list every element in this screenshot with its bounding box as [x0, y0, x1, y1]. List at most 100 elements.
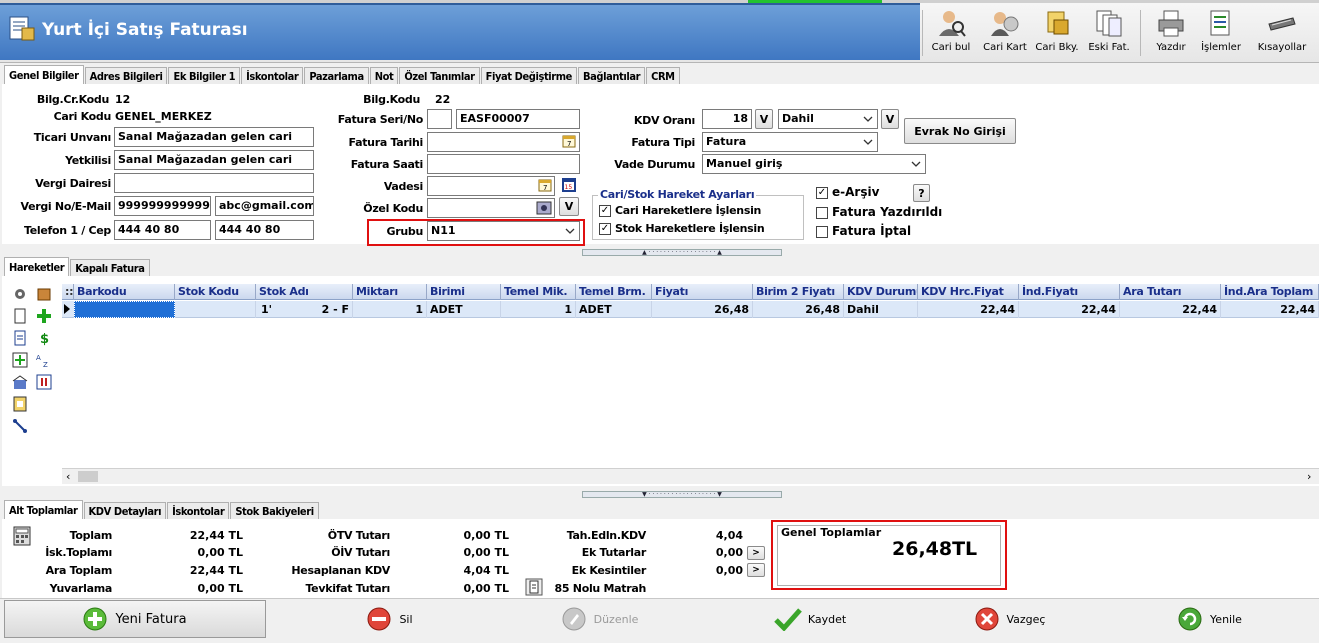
yetkili-input[interactable]: Sanal Mağazadan gelen cari [114, 150, 314, 170]
cell-ara-tutari[interactable]: 22,44 [1120, 301, 1221, 318]
calculator-icon[interactable] [12, 526, 32, 546]
add-icon[interactable] [36, 308, 52, 324]
tab-ek-bilgiler[interactable]: Ek Bilgiler 1 [168, 67, 241, 84]
report-icon[interactable] [12, 396, 28, 412]
col-ind-ara-toplam[interactable]: İnd.Ara Toplam [1221, 284, 1319, 300]
tab-iskontolar-bottom[interactable]: İskontolar [167, 502, 230, 519]
yazdir-button[interactable]: Yazdır [1148, 8, 1194, 60]
tab-kdv-detaylari[interactable]: KDV Detayları [83, 502, 167, 519]
fatura-saati-input[interactable] [427, 154, 580, 174]
bottom-splitter[interactable]: ▼ · · · · · · · · · · · · · · · · · · ▼ [582, 491, 782, 498]
tab-iskontolar[interactable]: İskontolar [241, 67, 304, 84]
cep-input[interactable]: 444 40 80 [215, 220, 314, 240]
fatura-seri-input[interactable] [427, 109, 452, 129]
pause-icon[interactable] [36, 374, 52, 390]
col-fiyati[interactable]: Fiyatı [652, 284, 753, 300]
iptal-checkbox[interactable] [816, 226, 828, 238]
tab-hareketler[interactable]: Hareketler [4, 257, 70, 276]
new-document-icon[interactable] [12, 308, 28, 324]
kdv-orani-input[interactable]: 18 [702, 109, 752, 129]
table-row[interactable]: 1' 2 - F 1 ADET 1 ADET 26,48 26,48 Dahil … [62, 301, 1319, 318]
email-input[interactable]: abc@gmail.com [215, 196, 314, 216]
vergi-dairesi-input[interactable] [114, 173, 314, 193]
ozel-kod-v-button[interactable]: V [559, 197, 579, 216]
col-miktari[interactable]: Miktarı [353, 284, 427, 300]
tab-genel-bilgiler[interactable]: Genel Bilgiler [4, 65, 84, 84]
kaydet-button[interactable]: Kaydet [700, 600, 920, 638]
tab-pazarlama[interactable]: Pazarlama [304, 67, 369, 84]
vade-durumu-select[interactable]: Manuel giriş [702, 154, 926, 174]
tab-adres-bilgileri[interactable]: Adres Bilgileri [84, 67, 168, 84]
tab-fiyat-degistirme[interactable]: Fiyat Değiştirme [480, 67, 577, 84]
col-barkodu[interactable]: Barkodu [74, 284, 175, 300]
vazgec-button[interactable]: Vazgeç [900, 600, 1120, 638]
tab-baglantilar[interactable]: Bağlantılar [578, 67, 646, 84]
cell-fiyati[interactable]: 26,48 [652, 301, 753, 318]
cell-ind-ara-toplam[interactable]: 22,44 [1221, 301, 1319, 318]
dollar-icon[interactable]: $ [36, 330, 52, 346]
tab-ozel-tanimlar[interactable]: Özel Tanımlar [399, 67, 480, 84]
stok-hareket-checkbox[interactable]: ✓ [599, 223, 611, 235]
grubu-select[interactable]: N11 [427, 221, 580, 241]
vadesi-input[interactable] [427, 176, 555, 196]
col-stok-kodu[interactable]: Stok Kodu [175, 284, 256, 300]
cell-kdv-hrc-fiyat[interactable]: 22,44 [918, 301, 1019, 318]
islemler-button[interactable]: İşlemler [1198, 8, 1244, 60]
col-ara-tutari[interactable]: Ara Tutarı [1120, 284, 1221, 300]
scroll-left-arrow[interactable]: ‹ [66, 470, 70, 483]
cell-temel-brm[interactable]: ADET [576, 301, 652, 318]
kdv-dahil-v-button[interactable]: V [881, 109, 899, 129]
col-birimi[interactable]: Birimi [427, 284, 501, 300]
fatura-tarihi-input[interactable] [427, 132, 580, 152]
eski-fatura-button[interactable]: Eski Fat. [1084, 8, 1134, 60]
duzenle-button[interactable]: Düzenle [490, 600, 710, 638]
vergi-no-input[interactable]: 999999999999 [114, 196, 211, 216]
document-list-icon[interactable] [12, 330, 28, 346]
cell-birim2-fiyati[interactable]: 26,48 [753, 301, 844, 318]
cari-bul-button[interactable]: Cari bul [926, 8, 976, 60]
fatura-no-input[interactable]: EASF00007 [456, 109, 580, 129]
earsiv-checkbox[interactable]: ✓ [816, 187, 828, 199]
box-icon[interactable] [36, 286, 52, 302]
cari-hareket-checkbox[interactable]: ✓ [599, 205, 611, 217]
grid-hscrollbar[interactable]: ‹ › [62, 468, 1319, 484]
col-kdv-durumu[interactable]: KDV Durumu [844, 284, 918, 300]
col-stok-adi[interactable]: Stok Adı [256, 284, 353, 300]
kdv-v-button[interactable]: V [755, 109, 773, 129]
earsiv-help-button[interactable]: ? [913, 184, 930, 202]
ek-kesintiler-button[interactable]: > [747, 563, 765, 577]
gear-icon[interactable] [12, 286, 28, 302]
scroll-thumb[interactable] [78, 471, 98, 482]
col-ind-fiyati[interactable]: İnd.Fiyatı [1019, 284, 1120, 300]
col-birim2-fiyati[interactable]: Birim 2 Fiyatı [753, 284, 844, 300]
yazdirildi-checkbox[interactable] [816, 207, 828, 219]
tab-not[interactable]: Not [369, 67, 399, 84]
col-temel-mik[interactable]: Temel Mik. [501, 284, 576, 300]
col-temel-brm[interactable]: Temel Brm. [576, 284, 652, 300]
yeni-fatura-button[interactable]: Yeni Fatura [4, 600, 266, 638]
telefon-input[interactable]: 444 40 80 [114, 220, 211, 240]
col-kdv-hrc-fiyat[interactable]: KDV Hrc.Fiyat [918, 284, 1019, 300]
top-splitter[interactable]: ▲ · · · · · · · · · · · · · · · · · · ▲ [582, 249, 782, 256]
calendar-icon[interactable]: 7 [538, 178, 552, 192]
tab-crm[interactable]: CRM [646, 67, 680, 84]
scroll-right-arrow[interactable]: › [1307, 470, 1311, 483]
tab-kapali-fatura[interactable]: Kapalı Fatura [70, 259, 150, 276]
yenile-button[interactable]: Yenile [1100, 600, 1319, 638]
add-row-icon[interactable] [12, 352, 28, 368]
warehouse-icon[interactable] [12, 374, 28, 390]
cell-miktari[interactable]: 1 [353, 301, 427, 318]
sil-button[interactable]: Sil [280, 600, 500, 638]
cell-ind-fiyati[interactable]: 22,44 [1019, 301, 1120, 318]
cell-stok-kodu[interactable] [175, 301, 256, 318]
evrak-no-button[interactable]: Evrak No Girişi [904, 118, 1016, 144]
ek-tutarlar-button[interactable]: > [747, 546, 765, 560]
link-icon[interactable] [12, 418, 28, 434]
cell-birimi[interactable]: ADET [427, 301, 501, 318]
cari-kart-button[interactable]: Cari Kart [980, 8, 1030, 60]
tab-stok-bakiyeleri[interactable]: Stok Bakiyeleri [230, 502, 319, 519]
cari-bakiye-button[interactable]: Cari Bky. [1032, 8, 1082, 60]
photo-icon[interactable] [536, 200, 552, 216]
cell-barkodu[interactable] [74, 301, 175, 318]
kisayollar-button[interactable]: Kısayollar [1254, 8, 1310, 60]
